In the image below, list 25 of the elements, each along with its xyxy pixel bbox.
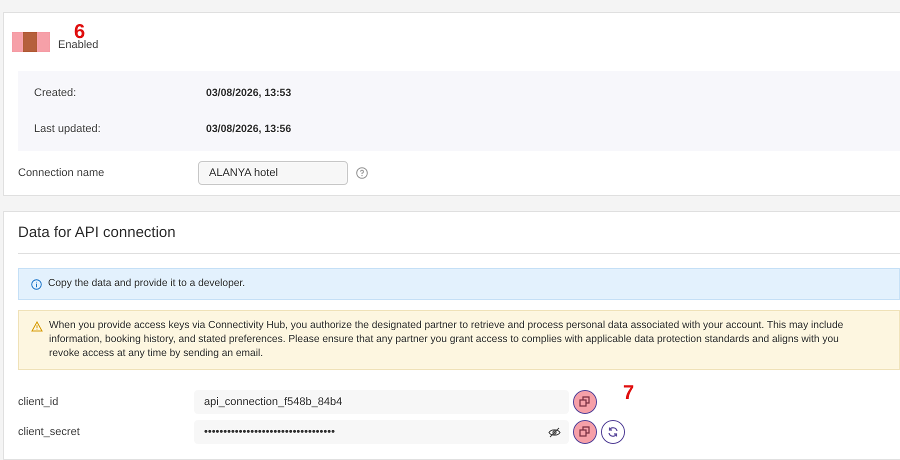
copy-button[interactable] xyxy=(573,420,597,444)
copy-icon xyxy=(579,396,591,408)
help-icon[interactable] xyxy=(356,167,368,179)
regenerate-button[interactable] xyxy=(601,420,625,444)
annotation-number: 7 xyxy=(623,382,634,405)
toggle-switch[interactable] xyxy=(12,32,50,52)
refresh-icon xyxy=(607,426,619,438)
meta-label: Last updated: xyxy=(34,123,102,135)
meta-value: 03/08/2026, 13:53 xyxy=(206,87,292,99)
meta-label: Created: xyxy=(34,87,78,99)
info-text: Copy the data and provide it to a developer. xyxy=(48,277,246,291)
field-label: Connection name xyxy=(18,167,106,179)
copy-button[interactable] xyxy=(573,390,597,414)
field-label: client_secret xyxy=(18,426,81,438)
copy-icon xyxy=(579,426,591,438)
info-icon xyxy=(31,278,42,290)
section-title: Data for API connection xyxy=(18,212,900,254)
credential-field[interactable]: •••••••••••••••••••••••••••••••••• xyxy=(194,420,569,444)
eye-slash-icon[interactable] xyxy=(548,426,561,438)
credential-field[interactable]: api_connection_f548b_84b4 xyxy=(194,390,569,414)
field-label: client_id xyxy=(18,396,60,408)
warning-text: When you provide access keys via Connectivity Hub, you authorize the designated partner to retrieve and process personal data associated with your account. This may include information, booking history, and stated preferences. Please ensure that any partner you grant access to complies with applicable data protection standards and aligns with you revoke access at any time by sending an email. xyxy=(49,319,844,361)
meta-value: 03/08/2026, 13:56 xyxy=(206,123,292,135)
connection-name-field[interactable]: ALANYA hotel xyxy=(198,161,348,185)
warning-icon xyxy=(31,321,43,332)
